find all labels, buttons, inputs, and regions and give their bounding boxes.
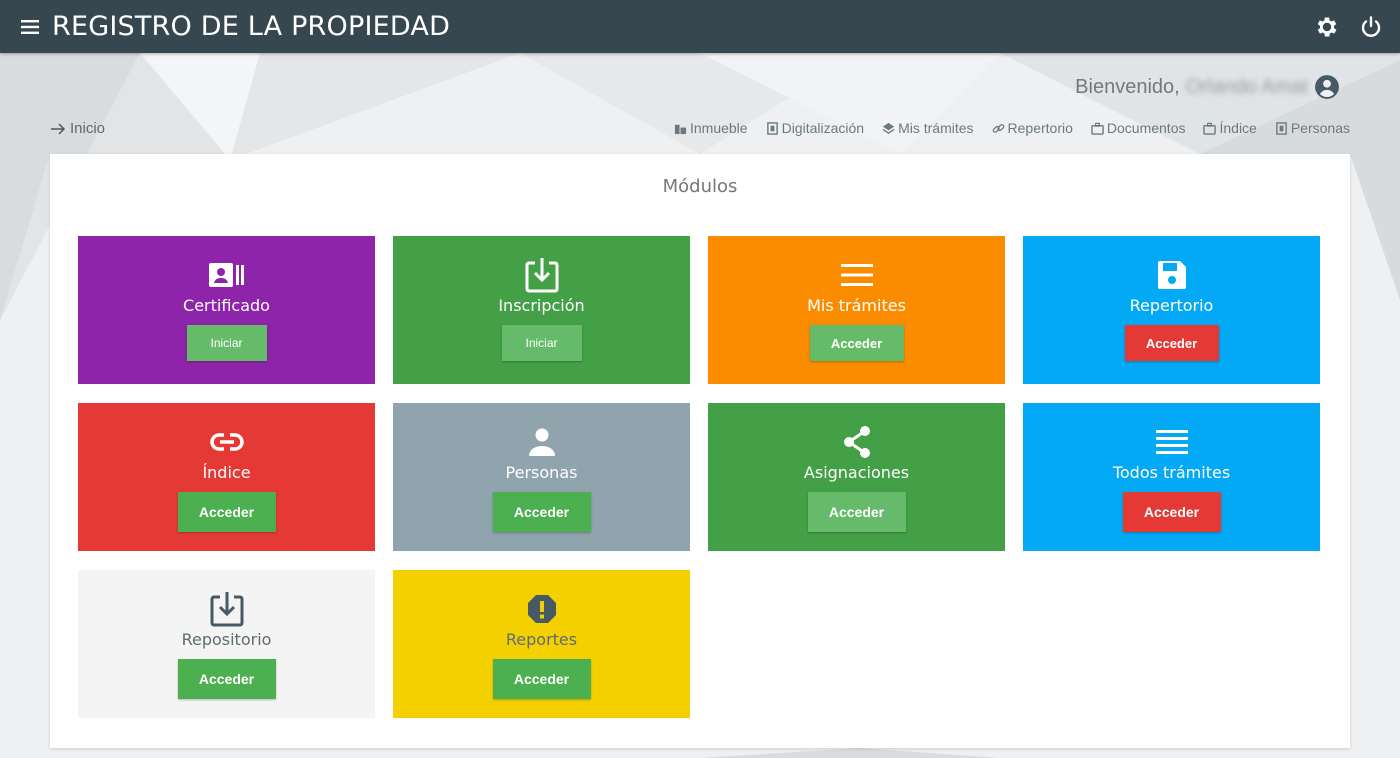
module-label: Repositorio [181, 630, 272, 649]
personas-acceder-button[interactable]: Acceder [492, 492, 591, 532]
gear-icon [1317, 16, 1337, 37]
download-box-icon [210, 592, 243, 627]
module-label: Asignaciones [803, 463, 910, 482]
user-name: Orlando Amat [1185, 75, 1308, 98]
repertorio-acceder-button[interactable]: Acceder [1124, 325, 1219, 361]
menu-button[interactable] [8, 0, 52, 53]
module-tile-repositorio: Repositorio Acceder [78, 570, 375, 718]
inscripcion-iniciar-button[interactable]: Iniciar [501, 325, 582, 361]
quick-nav: Inmueble Digitalización Mis trámites Rep… [674, 120, 1350, 136]
document-icon [766, 121, 778, 135]
power-icon [1361, 15, 1381, 37]
quicknav-digitalizacion[interactable]: Digitalización [766, 120, 864, 136]
download-box-icon [525, 258, 558, 293]
breadcrumb-label: Inicio [70, 120, 106, 137]
app-title: REGISTRO DE LA PROPIEDAD [52, 11, 451, 42]
briefcase-icon [1203, 122, 1217, 135]
module-tile-todos-tramites: Todos trámites Acceder [1023, 403, 1320, 551]
quicknav-inmueble[interactable]: Inmueble [674, 120, 748, 136]
quicknav-indice[interactable]: Índice [1203, 120, 1257, 136]
quicknav-repertorio[interactable]: Repertorio [992, 120, 1073, 136]
module-label: Todos trámites [1112, 463, 1231, 482]
modules-grid: Certificado Iniciar Inscripción Iniciar [78, 236, 1320, 718]
module-tile-personas: Personas Acceder [393, 403, 690, 551]
document-icon [1276, 121, 1287, 135]
module-label: Personas [505, 463, 578, 482]
reportes-acceder-button[interactable]: Acceder [492, 659, 591, 699]
module-tile-mis-tramites: Mis trámites Acceder [708, 236, 1005, 384]
power-button[interactable] [1356, 12, 1386, 42]
quicknav-personas[interactable]: Personas [1275, 120, 1350, 136]
hamburger-icon [21, 19, 39, 34]
asignaciones-acceder-button[interactable]: Acceder [807, 492, 906, 532]
building-icon [674, 124, 687, 134]
certificado-iniciar-button[interactable]: Iniciar [186, 325, 267, 361]
top-app-bar: REGISTRO DE LA PROPIEDAD [0, 0, 1400, 53]
arrow-right-icon [51, 122, 66, 135]
mis-tramites-acceder-button[interactable]: Acceder [809, 325, 904, 361]
briefcase-icon [1091, 122, 1104, 135]
menu-lines-icon [840, 264, 873, 286]
module-label: Índice [202, 463, 251, 482]
todos-tramites-acceder-button[interactable]: Acceder [1122, 492, 1221, 532]
module-label: Inscripción [498, 296, 585, 315]
account-circle-icon[interactable] [1314, 74, 1340, 100]
module-label: Mis trámites [807, 296, 906, 315]
list-lines-icon [1155, 430, 1188, 454]
welcome-greeting: Bienvenido, [1075, 75, 1180, 98]
module-label: Certificado [183, 296, 270, 315]
repositorio-acceder-button[interactable]: Acceder [177, 659, 276, 699]
quicknav-mis-tramites[interactable]: Mis trámites [882, 120, 974, 136]
module-label: Repertorio [1129, 296, 1214, 315]
breadcrumb-home[interactable]: Inicio [50, 120, 105, 137]
module-tile-indice: Índice Acceder [78, 403, 375, 551]
module-tile-certificado: Certificado Iniciar [78, 236, 375, 384]
link-icon [992, 123, 1004, 133]
welcome-message: Bienvenido, Orlando Amat [1075, 74, 1340, 100]
module-tile-asignaciones: Asignaciones Acceder [708, 403, 1005, 551]
id-card-icon [208, 263, 244, 287]
person-icon [528, 428, 555, 456]
module-tile-inscripcion: Inscripción Iniciar [393, 236, 690, 384]
settings-button[interactable] [1312, 12, 1342, 42]
module-tile-reportes: Reportes Acceder [393, 570, 690, 718]
share-icon [843, 426, 870, 458]
module-tile-repertorio: Repertorio Acceder [1023, 236, 1320, 384]
modules-panel: Módulos Certificado Iniciar Inscripción … [50, 154, 1350, 748]
link-icon [209, 433, 244, 451]
quicknav-documentos[interactable]: Documentos [1091, 120, 1185, 136]
floppy-icon [1157, 261, 1186, 289]
alert-icon [527, 595, 556, 623]
layers-icon [882, 122, 895, 134]
indice-acceder-button[interactable]: Acceder [177, 492, 276, 532]
panel-title: Módulos [662, 176, 738, 197]
module-label: Reportes [505, 630, 578, 649]
